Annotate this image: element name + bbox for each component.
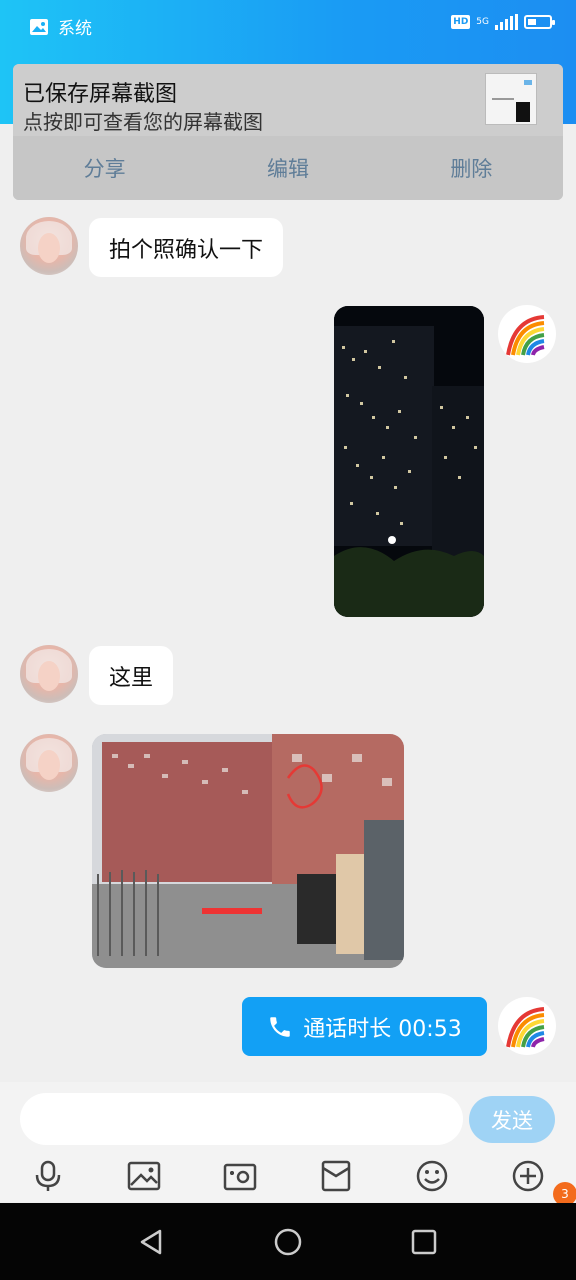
status-app-label: 系统: [58, 19, 92, 39]
signal-icon: [495, 14, 518, 30]
contact-avatar[interactable]: [20, 645, 78, 703]
microphone-icon[interactable]: [28, 1156, 68, 1196]
contact-avatar[interactable]: [20, 734, 78, 792]
status-right: HD 5G: [451, 14, 555, 30]
plus-icon[interactable]: [508, 1156, 548, 1196]
delete-button[interactable]: 删除: [380, 152, 563, 184]
recents-icon[interactable]: [409, 1227, 439, 1257]
send-button[interactable]: 发送: [469, 1096, 555, 1143]
composer-area: 发送: [0, 1082, 576, 1202]
notification-subtitle: 点按即可查看您的屏幕截图: [23, 110, 263, 134]
image-icon[interactable]: [124, 1156, 164, 1196]
share-button[interactable]: 分享: [13, 152, 196, 184]
back-icon[interactable]: [136, 1227, 166, 1257]
night-building-photo[interactable]: [334, 306, 484, 617]
rainbow-icon: [506, 1007, 545, 1048]
message-bubble[interactable]: 这里: [89, 646, 174, 705]
red-packet-icon[interactable]: [316, 1156, 356, 1196]
screenshot-notification[interactable]: 已保存屏幕截图 点按即可查看您的屏幕截图 分享 编辑 删除: [13, 64, 563, 200]
rainbow-icon: [506, 315, 545, 356]
my-avatar[interactable]: [498, 997, 556, 1055]
message-text: 拍个照确认一下: [109, 237, 264, 263]
notification-title: 已保存屏幕截图: [23, 82, 178, 107]
status-left: 系统: [30, 14, 92, 39]
notification-body[interactable]: 已保存屏幕截图 点按即可查看您的屏幕截图: [13, 64, 563, 136]
message-bubble[interactable]: 拍个照确认一下: [89, 218, 284, 277]
notification-actions: 分享 编辑 删除: [13, 136, 563, 200]
camera-icon[interactable]: [220, 1156, 260, 1196]
system-navigation-bar: [0, 1203, 576, 1280]
screenshot-thumbnail[interactable]: [485, 73, 537, 125]
home-icon[interactable]: [273, 1227, 303, 1257]
contact-avatar[interactable]: [20, 217, 78, 275]
building-gate-photo[interactable]: [92, 734, 404, 968]
my-avatar[interactable]: [498, 305, 556, 363]
gallery-icon: [30, 18, 48, 35]
battery-icon: [524, 15, 555, 29]
status-bar: 系统 HD 5G: [0, 0, 576, 52]
edit-button[interactable]: 编辑: [196, 152, 379, 184]
message-text: 这里: [109, 665, 154, 691]
call-duration-bubble[interactable]: 通话时长 00:53: [242, 997, 487, 1056]
network-label: 5G: [476, 16, 489, 27]
composer-toolbar: [0, 1152, 576, 1200]
hd-badge: HD: [451, 15, 471, 29]
emoji-icon[interactable]: [412, 1156, 452, 1196]
message-input[interactable]: [20, 1093, 463, 1145]
call-duration-text: 通话时长 00:53: [303, 1016, 462, 1042]
phone-icon: [270, 1016, 291, 1037]
